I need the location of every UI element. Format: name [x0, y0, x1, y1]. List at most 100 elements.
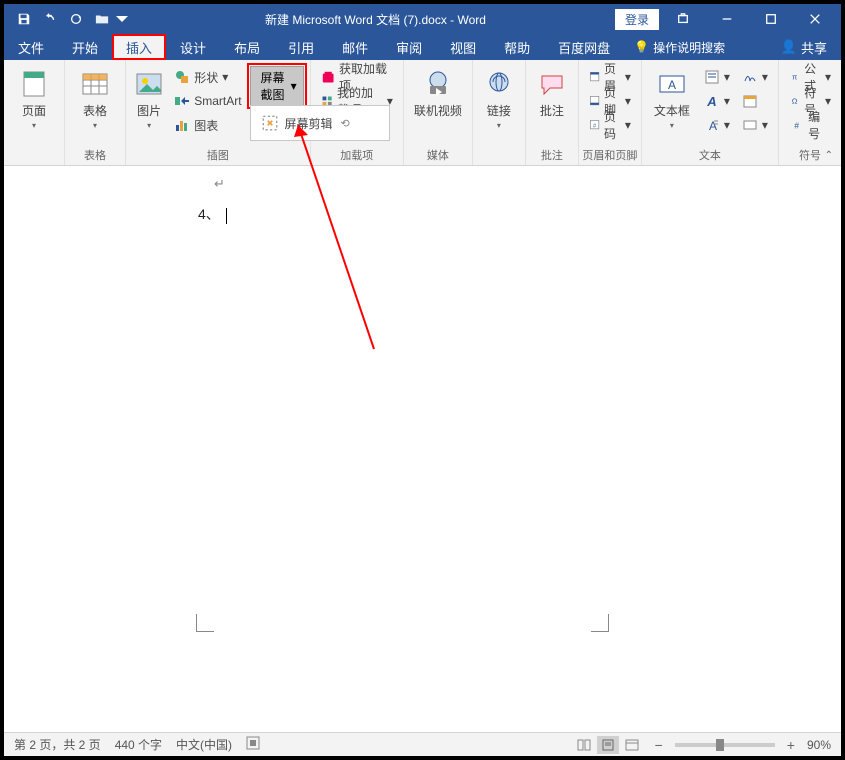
group-pages-label	[4, 147, 64, 165]
zoom-in-button[interactable]: +	[783, 737, 799, 753]
tab-references[interactable]: 引用	[274, 34, 328, 60]
tab-baidu[interactable]: 百度网盘	[544, 34, 624, 60]
chevron-down-icon: ▾	[625, 70, 631, 84]
collapse-ribbon-button[interactable]: ⌃	[825, 150, 833, 161]
web-layout-button[interactable]	[621, 736, 643, 754]
word-count[interactable]: 440 个字	[115, 736, 162, 753]
chevron-down-icon: ▾	[291, 79, 297, 93]
object-button[interactable]: ▾	[738, 114, 772, 136]
shapes-icon	[174, 69, 190, 85]
shapes-label: 形状	[194, 69, 218, 86]
tab-help[interactable]: 帮助	[490, 34, 544, 60]
pagenum-icon: #	[589, 117, 600, 133]
online-video-button[interactable]: 联机视频	[410, 64, 466, 119]
chevron-down-icon: ▾	[625, 118, 631, 132]
object-icon	[742, 117, 758, 133]
zoom-out-button[interactable]: −	[651, 737, 667, 753]
textbox-button[interactable]: A 文本框 ▾	[648, 64, 696, 130]
minimize-button[interactable]	[707, 4, 747, 34]
pictures-button[interactable]: 图片 ▾	[132, 64, 166, 130]
number-button[interactable]: #编号	[785, 114, 835, 136]
comment-button[interactable]: 批注	[532, 64, 572, 119]
qat-dropdown[interactable]	[116, 7, 128, 31]
ribbon-display-button[interactable]	[663, 4, 703, 34]
group-illustrations: 图片 ▾ 形状 ▾ SmartArt 图表	[126, 60, 311, 165]
svg-text:A: A	[706, 94, 716, 109]
paragraph-mark: ↵	[214, 176, 225, 192]
tab-insert[interactable]: 插入	[112, 34, 166, 60]
shapes-button[interactable]: 形状 ▾	[170, 66, 245, 88]
close-button[interactable]	[795, 4, 835, 34]
tab-home[interactable]: 开始	[58, 34, 112, 60]
group-headerfooter-label: 页眉和页脚	[579, 147, 641, 165]
comment-label: 批注	[540, 102, 564, 119]
tab-review[interactable]: 审阅	[382, 34, 436, 60]
language-indicator[interactable]: 中文(中国)	[176, 736, 232, 753]
chevron-down-icon: ▾	[724, 118, 730, 132]
wordart-icon: A	[704, 93, 720, 109]
tab-layout[interactable]: 布局	[220, 34, 274, 60]
signature-button[interactable]: ▾	[738, 66, 772, 88]
open-button[interactable]	[90, 7, 114, 31]
redo-button[interactable]	[64, 7, 88, 31]
group-links-label	[473, 147, 525, 165]
document-page: ↵ 4、	[36, 166, 809, 732]
screenshot-button[interactable]: 屏幕截图 ▾ 屏幕剪辑 ⟲	[250, 66, 304, 106]
cover-page-label: 页面	[22, 102, 46, 119]
print-layout-button[interactable]	[597, 736, 619, 754]
document-area[interactable]: ↵ 4、	[4, 166, 841, 732]
chart-label: 图表	[194, 117, 218, 134]
table-button[interactable]: 表格 ▾	[71, 64, 119, 130]
login-button[interactable]: 登录	[615, 9, 659, 30]
datetime-button[interactable]	[738, 90, 772, 112]
pagenum-button[interactable]: #页码 ▾	[585, 114, 635, 136]
chart-button[interactable]: 图表	[170, 114, 245, 136]
group-tables-label: 表格	[65, 147, 125, 165]
link-button[interactable]: 链接 ▾	[479, 64, 519, 130]
title-bar: 新建 Microsoft Word 文档 (7).docx - Word 登录	[4, 4, 841, 34]
chevron-down-icon: ▾	[762, 70, 768, 84]
maximize-button[interactable]	[751, 4, 791, 34]
video-label: 联机视频	[414, 102, 462, 119]
tab-file[interactable]: 文件	[4, 34, 58, 60]
wordart-button[interactable]: A▾	[700, 90, 734, 112]
cover-page-button[interactable]: 页面 ▾	[10, 64, 58, 130]
tab-view[interactable]: 视图	[436, 34, 490, 60]
parts-icon	[704, 69, 720, 85]
undo-button[interactable]	[38, 7, 62, 31]
dropcap-icon: A	[704, 117, 720, 133]
tab-mailings[interactable]: 邮件	[328, 34, 382, 60]
group-illustrations-label: 插图	[126, 147, 310, 165]
page-indicator[interactable]: 第 2 页，共 2 页	[14, 736, 101, 753]
signature-icon	[742, 69, 758, 85]
tab-design[interactable]: 设计	[166, 34, 220, 60]
zoom-slider[interactable]	[675, 743, 775, 747]
ribbon: 页面 ▾ 表格 ▾ 表格 图片 ▾	[4, 60, 841, 166]
group-comments-label: 批注	[526, 147, 578, 165]
share-icon: 👤	[781, 39, 797, 55]
footer-icon	[589, 93, 600, 109]
chevron-down-icon: ▾	[825, 94, 831, 108]
smartart-button[interactable]: SmartArt	[170, 90, 245, 112]
quickparts-button[interactable]: ▾	[700, 66, 734, 88]
screenshot-label: 屏幕截图	[261, 69, 287, 103]
chevron-down-icon: ▾	[93, 121, 97, 130]
tell-me-search[interactable]: 💡 操作说明搜索	[624, 34, 735, 60]
dropcap-button[interactable]: A▾	[700, 114, 734, 136]
number-label: 编号	[808, 108, 831, 142]
zoom-thumb[interactable]	[716, 739, 724, 751]
smartart-label: SmartArt	[194, 94, 241, 108]
zoom-level[interactable]: 90%	[807, 738, 831, 752]
macro-indicator[interactable]	[246, 736, 260, 753]
group-tables: 表格 ▾ 表格	[65, 60, 126, 165]
group-pages: 页面 ▾	[4, 60, 65, 165]
tell-me-label: 操作说明搜索	[653, 39, 725, 56]
save-button[interactable]	[12, 7, 36, 31]
table-icon	[79, 68, 111, 100]
screen-clipping-item[interactable]: 屏幕剪辑 ⟲	[251, 110, 389, 136]
screen-clipping-label: 屏幕剪辑	[285, 115, 333, 132]
share-button[interactable]: 👤 共享	[767, 34, 841, 60]
document-line[interactable]: 4、	[198, 204, 227, 224]
screenshot-dropdown: 屏幕剪辑 ⟲	[250, 105, 390, 141]
read-mode-button[interactable]	[573, 736, 595, 754]
